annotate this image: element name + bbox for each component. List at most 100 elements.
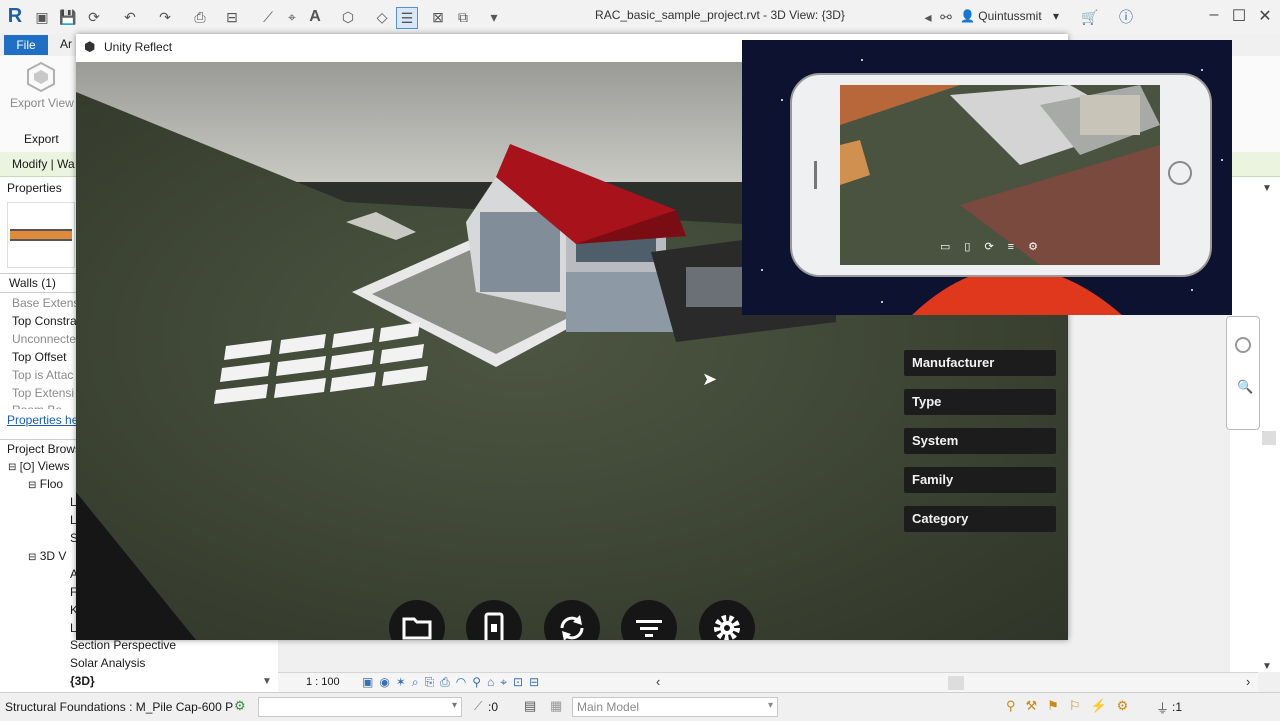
section-icon[interactable]: ◇ (372, 7, 392, 27)
editable-only-icon[interactable]: ⟋ (474, 699, 482, 714)
tree-3d-views[interactable]: ⊟ 3D V (0, 547, 76, 565)
dropdown-icon[interactable]: ▼ (1262, 183, 1272, 194)
tree-item[interactable]: F (0, 583, 76, 601)
properties-help-link[interactable]: Properties he (0, 411, 76, 429)
filter-icon[interactable]: ⏚ (1156, 698, 1169, 717)
minimize-icon[interactable]: – (1203, 6, 1225, 24)
print-icon[interactable]: ⎙ (190, 7, 210, 27)
workset-dropdown[interactable]: ▾ (258, 697, 462, 717)
unity-export-icon[interactable] (24, 60, 58, 94)
cart-icon[interactable]: 🛒 (1080, 7, 1100, 27)
worksets-icon[interactable]: ⚙ (234, 698, 246, 714)
zoom-icon[interactable]: 🔍 (1237, 379, 1253, 395)
tree-item[interactable]: L (0, 493, 76, 511)
filter-family[interactable]: Family (904, 467, 1056, 493)
collapse-icon[interactable]: ⊟ (8, 462, 16, 473)
tree-item-section-perspective[interactable]: Section Perspective (70, 638, 176, 652)
user-menu[interactable]: 👤 Quintussmit ▾ (960, 9, 1059, 23)
gear-icon (714, 615, 740, 640)
prop-row[interactable]: Top Offset (0, 348, 76, 366)
filter-icon (636, 620, 662, 637)
filter-type[interactable]: Type (904, 389, 1056, 415)
save-icon[interactable]: 💾 (58, 7, 78, 27)
selection-toggle-icons[interactable]: ⚲⚒⚑⚐⚡⚙ (1006, 698, 1138, 714)
steering-wheel-icon[interactable] (1235, 337, 1251, 353)
sync-button[interactable] (544, 600, 600, 640)
ribbon-tab-architecture[interactable]: Ar (60, 37, 72, 51)
phone-speaker (814, 161, 817, 189)
text-icon[interactable]: A (305, 7, 325, 27)
3d-view-icon[interactable]: ⬡ (338, 7, 358, 27)
horizontal-scrollbar-thumb[interactable] (948, 676, 964, 690)
document-title: RAC_basic_sample_project.rvt - 3D View: … (595, 8, 845, 22)
tree-item[interactable]: L (0, 511, 76, 529)
project-browser-lower: Section Perspective Solar Analysis {3D} … (0, 638, 278, 692)
prop-row[interactable]: Room Bo (0, 401, 76, 409)
tree-item[interactable]: S (0, 529, 76, 547)
thin-lines-icon[interactable]: ☰ (396, 7, 418, 29)
switch-windows-icon[interactable]: ⧉ (453, 7, 473, 27)
title-bar: R ▣ 💾 ⟳ ↶ ↷ ⎙ ⊟ ⟋ ⌖ A ⬡ ◇ ☰ ⊠ ⧉ ▾ RAC_ba… (0, 0, 1280, 35)
filter-category[interactable]: Category (904, 506, 1056, 532)
phone-ar-button[interactable] (466, 600, 522, 640)
customize-dropdown-icon[interactable]: ▾ (484, 7, 504, 27)
tree-label: 3D V (39, 549, 67, 563)
prop-row[interactable]: Unconnecte (0, 330, 76, 348)
filter-system[interactable]: System (904, 428, 1056, 454)
collapse-icon[interactable]: ⊟ (28, 480, 36, 491)
tree-label: Views (37, 459, 70, 473)
prop-row[interactable]: Base Extens (0, 294, 76, 312)
binoculars-icon[interactable]: ⚯ (936, 7, 956, 27)
undo-icon[interactable]: ↶ (120, 7, 140, 27)
scroll-down-icon[interactable]: ▼ (1262, 661, 1272, 672)
chevron-right-icon[interactable]: › (1246, 674, 1250, 689)
view-scale[interactable]: 1 : 100 (306, 676, 340, 688)
tree-item-3d[interactable]: {3D} (70, 674, 95, 688)
export-view-label[interactable]: Export View (10, 96, 74, 110)
close-icon[interactable]: ✕ (1254, 6, 1276, 26)
sync-central-icon[interactable]: ⟳ (84, 7, 104, 27)
chevron-down-icon: ▾ (451, 700, 457, 711)
settings-button[interactable] (699, 600, 755, 640)
design-options-icon[interactable]: ▤ (524, 698, 536, 714)
prop-row[interactable]: Top is Attac (0, 366, 76, 384)
exclude-options-icon[interactable]: ▦ (550, 698, 562, 714)
measure-icon[interactable]: ⊟ (222, 7, 242, 27)
modify-context-label: Modify | Wa (12, 157, 75, 171)
view-control-icons[interactable]: ▣◉✶⌕⎘⎙◠⚲⌂⌖⊡⊟ (362, 675, 545, 690)
collapse-icon[interactable]: ⊟ (28, 552, 36, 563)
tree-floor-plans[interactable]: ⊟ Floo (0, 475, 76, 493)
maximize-icon[interactable]: ☐ (1228, 6, 1250, 26)
revit-logo[interactable]: R (6, 5, 24, 28)
scroll-down-icon[interactable]: ▼ (262, 676, 272, 687)
type-preview[interactable] (7, 202, 75, 268)
prop-row[interactable]: Top Constra (0, 312, 76, 330)
selection-status: Structural Foundations : M_Pile Cap-600 … (5, 700, 234, 714)
open-icon[interactable]: ▣ (32, 7, 52, 27)
tree-views[interactable]: ⊟ [O] Views (0, 457, 76, 475)
prop-row[interactable]: Top Extensi (0, 384, 76, 402)
views-icon: [O] (19, 461, 35, 473)
unity-logo-icon: ⬢ (84, 39, 96, 54)
tree-item[interactable]: L (0, 619, 76, 637)
tree-item[interactable]: K (0, 601, 76, 619)
chevron-left-icon[interactable]: ◂ (918, 7, 938, 27)
type-selector[interactable]: Walls (1) (0, 273, 76, 293)
chevron-left-icon[interactable]: ‹ (656, 674, 660, 689)
tree-item-solar-analysis[interactable]: Solar Analysis (70, 656, 145, 670)
tag-icon[interactable]: ⌖ (282, 7, 302, 27)
file-tab[interactable]: File (4, 35, 48, 55)
scrollbar-thumb[interactable] (1262, 431, 1276, 445)
filter-manufacturer[interactable]: Manufacturer (904, 350, 1056, 376)
folder-icon (402, 617, 432, 640)
tree-item[interactable]: A (0, 565, 76, 583)
help-icon[interactable]: ⓘ (1116, 7, 1136, 27)
dimension-icon[interactable]: ⟋ (258, 7, 278, 27)
selection-count: :0 (488, 700, 499, 714)
folder-button[interactable] (389, 600, 445, 640)
close-hidden-icon[interactable]: ⊠ (428, 7, 448, 27)
redo-icon[interactable]: ↷ (155, 7, 175, 27)
tree-label: Floo (39, 477, 64, 491)
main-model-select[interactable]: Main Model ▾ (572, 697, 778, 717)
filter-button[interactable] (621, 600, 677, 640)
